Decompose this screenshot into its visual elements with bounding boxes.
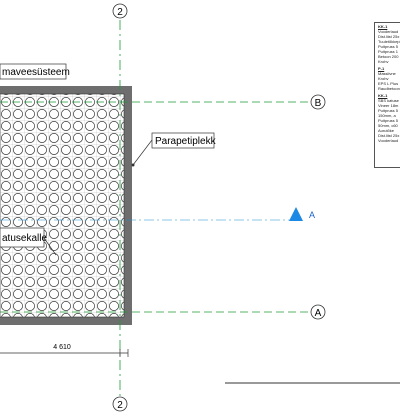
architectural-drawing: 2 2 B A maveesüsteem Parapetiplekk atuse… — [0, 3, 400, 412]
legend-section: KK-1 SBS katuse Vineer 18m Puitpruss 5 150mm… — [378, 93, 400, 143]
legend-line: Krohv — [378, 59, 389, 64]
grid-bubble-a-label: A — [315, 308, 322, 319]
legend-line: Raudbetoon — [378, 86, 400, 91]
dimension-value: 4 610 — [53, 344, 71, 351]
parapet-label: Parapetiplekk — [155, 136, 217, 147]
drainage-label: maveesüsteem — [2, 67, 70, 78]
section-marker-label: A — [309, 210, 315, 220]
parapet-leader — [132, 139, 153, 166]
parapet-wall-right — [124, 86, 132, 325]
legend-line: Vooderlaud — [378, 138, 399, 143]
slope-label: atusekalle — [2, 233, 47, 244]
grid-bubble-b-label: B — [315, 98, 322, 109]
grid-bubble-2-bottom-label: 2 — [117, 400, 123, 411]
legend-section: KK-1VooderlaudDist.liist 25xTuuletõkkepl… — [378, 24, 400, 64]
grid-bubble-2-top-label: 2 — [117, 7, 123, 18]
parapet-leader-dot — [131, 163, 135, 167]
parapet-wall-top — [0, 86, 132, 94]
material-legend: KK-1VooderlaudDist.liist 25xTuuletõkkepl… — [374, 22, 400, 168]
section-marker-triangle — [289, 207, 303, 221]
roof-hatch-area — [0, 93, 125, 318]
legend-section: P-1 Massiivne Krohv EPS L Plus Raudbetoon — [378, 66, 400, 91]
parapet-wall-bottom — [0, 317, 132, 325]
